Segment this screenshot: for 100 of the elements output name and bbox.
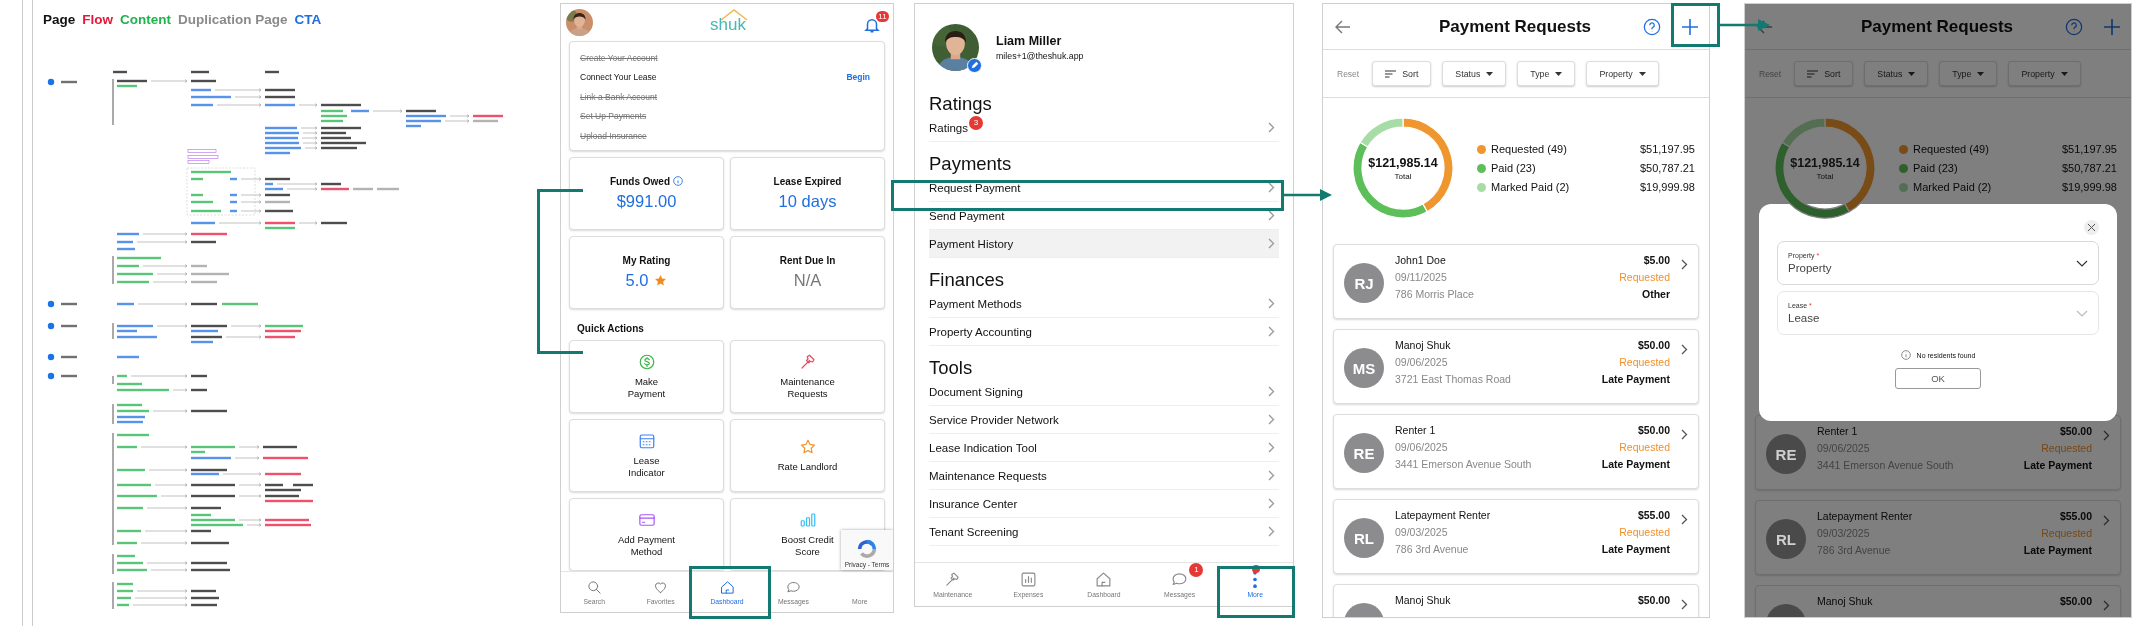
initials-avatar: RE: [1344, 433, 1384, 473]
menu-item[interactable]: Ratings 3: [929, 114, 1279, 142]
menu-item[interactable]: Tenant Screening: [929, 518, 1279, 546]
chevron-icon: [1681, 259, 1688, 270]
chat-icon: [1171, 571, 1189, 588]
heart-icon: [653, 579, 669, 595]
chevron-icon: [2103, 600, 2110, 611]
legend-amount: $19,999.98: [2061, 181, 2117, 193]
request-date: 09/06/2025: [1817, 442, 1871, 454]
chat-icon: [785, 579, 801, 595]
menu-item[interactable]: Property Accounting: [929, 318, 1279, 346]
request-amount: $50.00: [1637, 424, 1670, 436]
search-icon: [586, 579, 602, 595]
renter-name: Renter 1: [1817, 425, 1859, 437]
legend-amount: $51,197.95: [2061, 143, 2117, 155]
help-icon[interactable]: [2065, 17, 2083, 36]
property-address: 3441 Emerson Avenue South: [1817, 459, 1955, 471]
notification-badge: 11: [876, 10, 889, 22]
renter-name: Renter 1: [1395, 424, 1437, 436]
payment-request-card[interactable]: RE Renter 1 09/06/2025 3441 Emerson Avenue South $50.00 Requested Late Payment: [1755, 415, 2121, 490]
request-status: Requested: [1619, 526, 1670, 538]
payment-request-card[interactable]: RL Latepayment Renter 09/03/2025 786 3rd Avenue $55.00 Requested Late Payment: [1755, 500, 2121, 575]
stat-label: Lease Expired: [773, 175, 842, 187]
renter-name: Latepayment Renter: [1817, 510, 1914, 522]
request-type: Late Payment: [1601, 373, 1670, 385]
menu-item[interactable]: Insurance Center: [929, 490, 1279, 518]
chevron-icon: [2103, 515, 2110, 526]
chevron-icon: [1268, 386, 1275, 397]
caret-icon: [1977, 71, 1985, 76]
property-address: 786 3rd Avenue: [1395, 543, 1470, 555]
menu-item[interactable]: Request Payment: [929, 174, 1279, 202]
legend-label: Content: [120, 12, 172, 27]
stat-label: Funds Owed: [610, 175, 670, 187]
payment-request-card[interactable]: Manoj Shuk $50.00: [1333, 584, 1699, 617]
request-date: 09/03/2025: [1817, 527, 1871, 539]
request-amount: $50.00: [2059, 425, 2092, 437]
chevron-down-icon: [2076, 309, 2088, 317]
filter-button[interactable]: Property: [1586, 61, 1659, 86]
filter-button[interactable]: Type: [1939, 61, 1998, 86]
star-icon: [798, 437, 817, 456]
chevron-icon: [1268, 182, 1275, 193]
quick-action-button[interactable]: Rate Landlord: [730, 418, 885, 492]
ok-button[interactable]: OK: [1895, 368, 1981, 389]
filter-button[interactable]: Sort: [1372, 61, 1432, 86]
close-button[interactable]: [2084, 220, 2099, 235]
quick-action-button[interactable]: Add Payment Method: [569, 497, 724, 571]
edit-icon[interactable]: [967, 57, 982, 73]
back-arrow-icon[interactable]: [1335, 19, 1351, 34]
legend-label: Duplication Page: [178, 12, 288, 27]
chevron-icon: [1681, 599, 1688, 610]
chart-icon: [1019, 571, 1037, 588]
initials-avatar: MS: [1344, 348, 1384, 388]
chevron-icon: [1268, 442, 1275, 453]
section-heading: Payments: [929, 154, 1013, 174]
hammer-icon: [944, 571, 962, 588]
menu-item[interactable]: Payment Methods: [929, 290, 1279, 318]
filter-button[interactable]: Sort: [1794, 61, 1854, 86]
payment-request-card[interactable]: MS Manoj Shuk 09/06/2025 3721 East Thomas Road $50.00 Requested Late Payment: [1333, 329, 1699, 404]
caret-icon: [1908, 71, 1916, 76]
caret-icon: [2060, 71, 2068, 76]
filter-button[interactable]: Type: [1517, 61, 1576, 86]
filter-button[interactable]: Status: [1864, 61, 1929, 86]
reset-link[interactable]: Reset: [1337, 68, 1360, 79]
payment-request-card[interactable]: RL Latepayment Renter 09/03/2025 786 3rd Avenue $55.00 Requested Late Payment: [1333, 499, 1699, 574]
menu-item[interactable]: Payment History: [929, 230, 1279, 258]
filter-button[interactable]: Property: [2008, 61, 2081, 86]
payment-request-card[interactable]: RJ John1 Doe 09/11/2025 786 Morris Place $5.00 Requested Other: [1333, 244, 1699, 319]
request-date: 09/06/2025: [1395, 441, 1449, 453]
request-date: 09/06/2025: [1395, 356, 1449, 368]
caret-icon: [1486, 71, 1494, 76]
profile-name: Liam Miller: [996, 33, 1063, 48]
request-amount: $5.00: [1643, 254, 1670, 266]
chevron-icon: [1268, 526, 1275, 537]
highlight-frame: [1671, 3, 1720, 47]
total-label: Total: [1394, 171, 1412, 181]
quick-action-button[interactable]: Lease Indicator: [569, 418, 724, 492]
checklist-item: Set Up Payments: [580, 111, 647, 122]
stat-label: My Rating: [622, 254, 671, 266]
menu-item[interactable]: Service Provider Network: [929, 406, 1279, 434]
count-badge: 3: [969, 115, 983, 130]
legend-amount: $50,787.21: [2061, 162, 2117, 174]
filter-button[interactable]: Status: [1442, 61, 1507, 86]
payment-request-card[interactable]: RE Renter 1 09/06/2025 3441 Emerson Avenue South $50.00 Requested Late Payment: [1333, 414, 1699, 489]
menu-item[interactable]: Lease Indication Tool: [929, 434, 1279, 462]
initials-avatar: RL: [1766, 519, 1806, 559]
request-status: Requested: [2041, 527, 2092, 539]
begin-link[interactable]: Begin: [846, 72, 870, 83]
legend-label: Paid (23): [1491, 162, 1536, 174]
menu-item[interactable]: Maintenance Requests: [929, 462, 1279, 490]
property-address: 3441 Emerson Avenue South: [1395, 458, 1533, 470]
quick-action-button[interactable]: Maintenance Requests: [730, 339, 885, 413]
quick-action-button[interactable]: Make Payment: [569, 339, 724, 413]
home-icon: [719, 579, 735, 595]
payment-request-card[interactable]: Manoj Shuk $50.00: [1755, 585, 2121, 617]
property-address: 786 Morris Place: [1395, 288, 1475, 300]
stat-value: N/A: [793, 270, 822, 290]
menu-item[interactable]: Document Signing: [929, 378, 1279, 406]
dollar-icon: [637, 353, 656, 371]
request-amount: $50.00: [1637, 594, 1670, 606]
help-icon[interactable]: [1643, 17, 1661, 36]
